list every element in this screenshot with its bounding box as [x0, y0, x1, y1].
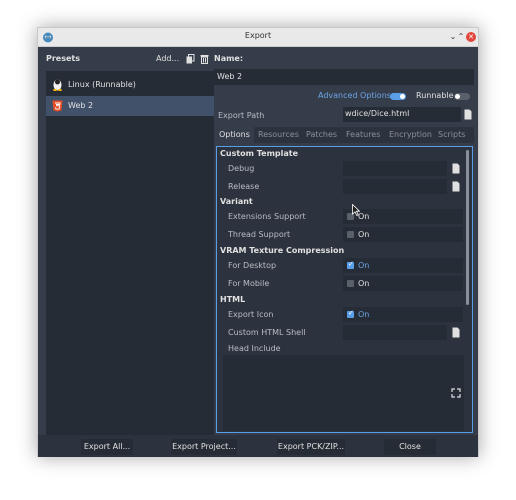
- for-desktop-value: On: [358, 261, 370, 270]
- for-mobile-label: For Mobile: [228, 279, 270, 288]
- custom-html-shell-field[interactable]: [343, 325, 447, 340]
- export-pck-button[interactable]: Export PCK/ZIP...: [277, 439, 345, 455]
- section-html: HTML: [220, 295, 246, 304]
- close-window-icon[interactable]: ✕: [466, 32, 476, 42]
- tab-bar: Options Resources Patches Features Encry…: [214, 127, 474, 143]
- export-all-button[interactable]: Export All...: [81, 439, 133, 455]
- tab-resources[interactable]: Resources: [258, 130, 299, 139]
- presets-label: Presets: [46, 54, 81, 63]
- runnable-label: Runnable: [416, 91, 454, 100]
- thread-support-checkbox[interactable]: [347, 231, 354, 238]
- thread-support-label: Thread Support: [228, 230, 291, 239]
- custom-html-shell-label: Custom HTML Shell: [228, 328, 306, 337]
- thread-support-value: On: [358, 230, 370, 239]
- browse-file-icon[interactable]: [463, 109, 473, 120]
- linux-tux-icon: [53, 79, 62, 91]
- section-custom-template: Custom Template: [220, 149, 299, 158]
- name-label: Name:: [214, 54, 244, 63]
- extensions-support-label: Extensions Support: [228, 212, 306, 221]
- export-icon-checkbox[interactable]: [347, 309, 354, 318]
- add-preset-button[interactable]: Add...: [156, 54, 179, 63]
- tab-options[interactable]: Options: [219, 130, 250, 139]
- tab-encryption[interactable]: Encryption: [389, 130, 432, 139]
- export-project-button[interactable]: Export Project...: [171, 439, 237, 455]
- mouse-cursor-icon: [352, 204, 360, 216]
- for-mobile-value: On: [358, 279, 370, 288]
- section-variant: Variant: [220, 197, 253, 206]
- expand-icon[interactable]: [451, 388, 461, 398]
- presets-pane: Presets Add... Linux (Runnable) Web 2: [42, 51, 214, 437]
- advanced-options-toggle[interactable]: [390, 93, 406, 100]
- for-desktop-checkbox[interactable]: [347, 260, 354, 269]
- options-panel: Custom Template Debug Release Variant Ex…: [216, 146, 473, 433]
- export-path-input[interactable]: wdice/Dice.html: [343, 107, 461, 122]
- preset-label-web: Web 2: [68, 101, 94, 110]
- debug-label: Debug: [228, 164, 255, 173]
- preset-item-web[interactable]: Web 2: [46, 96, 214, 116]
- for-mobile-checkbox[interactable]: [347, 280, 354, 287]
- tab-features[interactable]: Features: [346, 130, 380, 139]
- options-scrollbar[interactable]: [466, 150, 469, 305]
- close-button[interactable]: Close: [384, 439, 436, 455]
- tab-patches[interactable]: Patches: [306, 130, 337, 139]
- preset-item-linux[interactable]: Linux (Runnable): [46, 75, 214, 95]
- html5-icon: [52, 100, 63, 112]
- section-vram: VRAM Texture Compression: [220, 246, 345, 255]
- maximize-icon[interactable]: ⌃: [456, 32, 466, 42]
- presets-list: Linux (Runnable) Web 2: [46, 71, 214, 437]
- export-icon-label: Export Icon: [228, 310, 274, 319]
- debug-browse-icon[interactable]: [451, 163, 461, 174]
- head-include-label: Head Include: [228, 344, 281, 353]
- window-title: Export: [244, 31, 272, 40]
- tab-scripts[interactable]: Scripts: [438, 130, 465, 139]
- export-dialog-window: Export ⌄ ⌃ ✕ Presets Add... Linux (Runna…: [37, 27, 479, 457]
- title-bar: Export ⌄ ⌃ ✕: [38, 28, 478, 47]
- release-template-field[interactable]: [343, 179, 447, 194]
- debug-template-field[interactable]: [343, 161, 447, 176]
- preset-settings-pane: Name: Web 2 Advanced Options Runnable Ex…: [214, 51, 474, 435]
- export-path-label: Export Path: [218, 111, 265, 120]
- export-icon-value: On: [358, 310, 370, 319]
- duplicate-icon[interactable]: [186, 54, 195, 64]
- delete-icon[interactable]: [200, 54, 209, 64]
- head-include-textarea[interactable]: [223, 355, 452, 431]
- name-input[interactable]: Web 2: [214, 69, 474, 85]
- for-desktop-label: For Desktop: [228, 261, 277, 270]
- advanced-options-label: Advanced Options: [318, 91, 391, 100]
- release-label: Release: [228, 182, 260, 191]
- preset-label-linux: Linux (Runnable): [68, 80, 136, 89]
- dialog-footer: Export All... Export Project... Export P…: [38, 435, 478, 457]
- release-browse-icon[interactable]: [451, 181, 461, 192]
- runnable-toggle[interactable]: [454, 93, 470, 100]
- dialog-content: Presets Add... Linux (Runnable) Web 2 Na…: [38, 47, 478, 457]
- html-shell-browse-icon[interactable]: [451, 327, 461, 338]
